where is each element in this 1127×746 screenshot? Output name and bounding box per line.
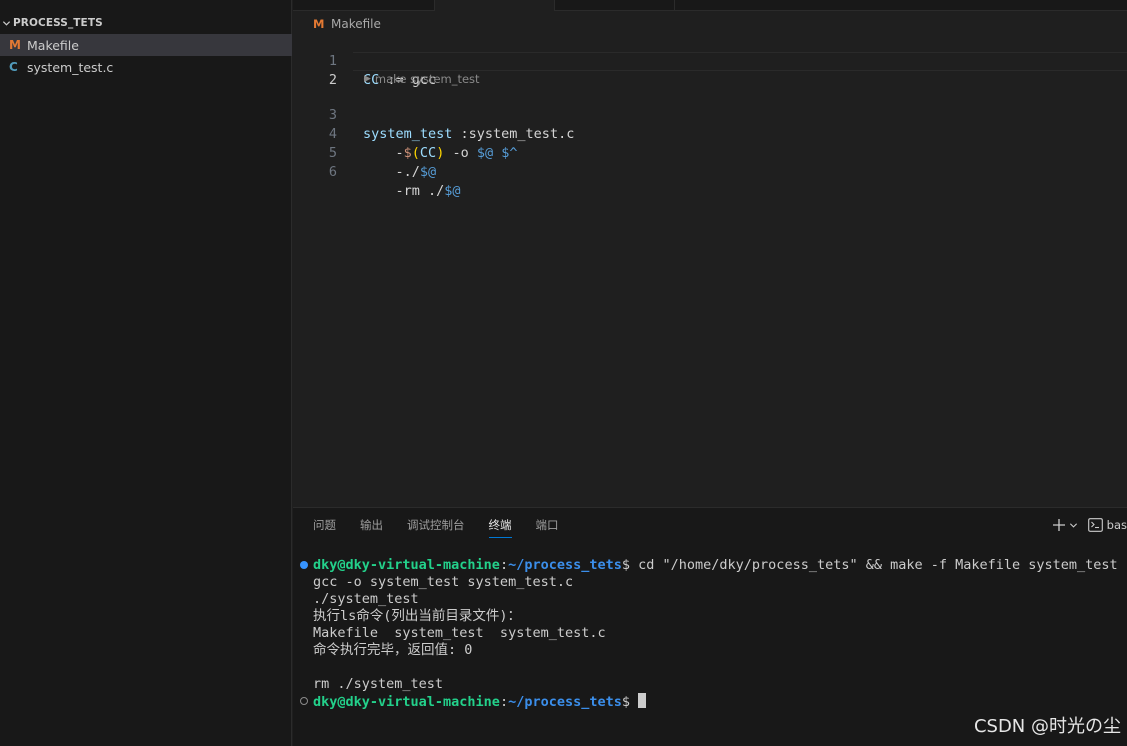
editor-area: M Makefile 1 CC := gcc 2 ▶ make system_t…	[293, 0, 1127, 507]
code-line[interactable]: 1 CC := gcc	[293, 33, 1127, 88]
terminal-command-line[interactable]: dky@dky-virtual-machine:~/process_tets$ …	[313, 557, 1118, 574]
play-icon: ▶	[364, 74, 371, 84]
tab-debug-console[interactable]: 调试控制台	[407, 517, 465, 537]
explorer-item-label: system_test.c	[27, 59, 114, 75]
token-command: -./	[363, 164, 420, 180]
terminal-output-line: Makefile system_test system_test.c	[313, 625, 606, 641]
tab-divider	[554, 0, 555, 11]
chevron-down-icon	[0, 13, 13, 33]
prompt-user: dky@dky-virtual-machine	[313, 694, 500, 710]
terminal-command: cd "/home/dky/process_tets" && make -f M…	[638, 557, 1118, 573]
chevron-down-icon[interactable]	[1069, 521, 1078, 530]
terminal-output-line: 执行ls命令(列出当前目录文件)：	[313, 608, 522, 624]
terminal-output-line: rm ./system_test	[313, 676, 444, 692]
prompt-path: ~/process_tets	[508, 694, 622, 710]
prompt-decoration[interactable]	[300, 697, 308, 705]
makefile-icon: M	[313, 16, 325, 31]
prompt-user: dky@dky-virtual-machine	[313, 557, 500, 573]
terminal-output-line: ./system_test	[313, 591, 419, 607]
code-text[interactable]: -./$@	[363, 163, 437, 182]
breadcrumb-file[interactable]: Makefile	[331, 17, 381, 31]
prompt-path: ~/process_tets	[508, 557, 622, 573]
watermark: CSDN @时光の尘	[973, 716, 1121, 737]
code-line[interactable]: 3 system_test :system_test.c	[293, 87, 1127, 142]
panel-tab-bar: 问题 输出 调试控制台 终端 端口	[313, 517, 583, 541]
prompt-dollar: $	[621, 694, 639, 710]
codelens-label: make system_test	[374, 72, 480, 86]
bottom-panel: 问题 输出 调试控制台 终端 端口 bas dky@dky-virtual-ma…	[293, 507, 1127, 746]
explorer-item-makefile[interactable]: M Makefile	[0, 34, 292, 56]
panel-actions: bas	[1052, 516, 1127, 534]
code-line[interactable]: 2	[293, 52, 1127, 88]
terminal-name[interactable]: bas	[1107, 518, 1127, 532]
terminal-output-line: 命令执行完毕，返回值: 0	[313, 642, 473, 658]
explorer-item-system-test-c[interactable]: C system_test.c	[0, 56, 292, 78]
terminal-icon[interactable]	[1087, 518, 1103, 532]
tab-divider	[674, 0, 675, 11]
terminal-output-line: gcc -o system_test system_test.c	[313, 574, 574, 590]
tab-ports[interactable]: 端口	[536, 517, 559, 537]
token-auto-variable: $@	[444, 183, 461, 199]
explorer-folder-name: PROCESS_TETS	[13, 17, 103, 29]
code-line[interactable]: 5 -./$@	[293, 125, 1127, 180]
codelens-run-target[interactable]: ▶ make system_test	[364, 71, 480, 87]
command-success-decoration[interactable]	[300, 561, 308, 569]
code-line[interactable]: 6 -rm ./$@	[293, 144, 1127, 199]
line-number: 6	[328, 164, 337, 180]
c-file-icon: C	[9, 60, 18, 74]
editor-tab-strip	[293, 0, 1127, 12]
terminal-prompt-line[interactable]: dky@dky-virtual-machine:~/process_tets$	[313, 693, 647, 710]
tab-output[interactable]: 输出	[360, 517, 383, 537]
token-command: -rm ./	[363, 183, 445, 199]
makefile-icon: M	[9, 38, 21, 52]
prompt-sep: :	[499, 694, 509, 710]
tab-terminal[interactable]: 终端	[488, 517, 512, 538]
code-line[interactable]: 4 -$(CC) -o $@ $^	[293, 106, 1127, 161]
code-text[interactable]: -rm ./$@	[363, 182, 461, 201]
plus-icon[interactable]	[1052, 518, 1066, 532]
prompt-dollar: $	[621, 557, 639, 573]
terminal-cursor	[638, 693, 647, 708]
token-auto-variable: $@	[419, 164, 437, 180]
tab-problems[interactable]: 问题	[313, 517, 336, 537]
explorer-item-label: Makefile	[27, 37, 79, 53]
breadcrumb[interactable]: M Makefile	[313, 15, 381, 32]
explorer-sidebar: PROCESS_TETS M Makefile C system_test.c	[0, 0, 292, 746]
prompt-sep: :	[499, 557, 509, 573]
editor-tab-active[interactable]	[435, 0, 554, 12]
explorer-folder-header[interactable]: PROCESS_TETS	[0, 13, 292, 33]
